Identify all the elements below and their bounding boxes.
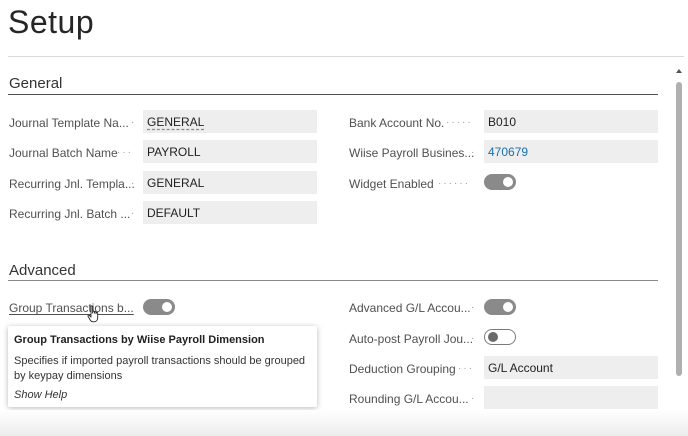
deduction-grouping-field[interactable]: G/L Account: [484, 356, 658, 379]
advanced-gl-account-toggle[interactable]: [484, 299, 516, 315]
group-transactions-toggle[interactable]: [143, 299, 175, 315]
label-dots: ·: [471, 147, 477, 158]
journal-template-name-field[interactable]: GENERAL: [143, 110, 317, 133]
chevron-up-icon[interactable]: [674, 66, 684, 76]
field-label-auto-post-payroll: Auto-post Payroll Jou...: [349, 332, 474, 346]
wiise-payroll-business-field[interactable]: 470679: [484, 140, 658, 163]
label-dots: ·: [131, 208, 137, 219]
field-label-rounding-gl-account: Rounding G/L Accou...: [349, 392, 469, 406]
label-dots: ·····: [446, 117, 473, 128]
field-label-bank-account-no: Bank Account No.: [349, 116, 445, 130]
field-label-journal-template-name: Journal Template Na...: [9, 116, 129, 130]
field-label-journal-batch-name: Journal Batch Name: [9, 146, 118, 160]
field-label-wiise-payroll-business: Wiise Payroll Busines...: [349, 146, 475, 160]
label-dots: ···: [458, 363, 474, 374]
tooltip-title: Group Transactions by Wiise Payroll Dime…: [14, 334, 265, 346]
recurring-jnl-batch-field[interactable]: DEFAULT: [143, 201, 317, 224]
label-dots: ···: [117, 147, 133, 158]
title-divider: [8, 56, 684, 57]
field-label-recurring-jnl-template: Recurring Jnl. Templa...: [9, 177, 135, 191]
scrollbar-thumb[interactable]: [676, 82, 682, 376]
section-divider-general: [8, 94, 658, 95]
widget-enabled-toggle[interactable]: [484, 174, 516, 190]
tooltip-body: Specifies if imported payroll transactio…: [14, 355, 306, 382]
section-divider-advanced: [8, 280, 658, 281]
section-title-advanced[interactable]: Advanced: [9, 262, 76, 279]
label-dots: ·: [471, 393, 477, 404]
label-dots: ·: [471, 302, 477, 313]
label-dots: ·: [131, 178, 137, 189]
journal-batch-name-field[interactable]: PAYROLL: [143, 140, 317, 163]
field-label-widget-enabled: Widget Enabled: [349, 177, 434, 191]
field-label-advanced-gl-account: Advanced G/L Accou...: [349, 301, 471, 315]
label-dots: ·: [131, 117, 137, 128]
field-label-recurring-jnl-batch: Recurring Jnl. Batch ...: [9, 207, 131, 221]
label-dots: ······: [438, 178, 470, 189]
help-tooltip: Group Transactions by Wiise Payroll Dime…: [8, 326, 317, 407]
bottom-fade: [0, 410, 688, 436]
page-title: Setup: [8, 4, 95, 40]
label-dots: ·: [471, 333, 477, 344]
section-title-general[interactable]: General: [9, 75, 62, 92]
bank-account-no-field[interactable]: B010: [484, 110, 658, 133]
field-label-deduction-grouping: Deduction Grouping: [349, 362, 456, 376]
hand-pointer-icon: [87, 305, 99, 323]
recurring-jnl-template-field[interactable]: GENERAL: [143, 171, 317, 194]
rounding-gl-account-field[interactable]: [484, 386, 658, 409]
field-label-group-transactions[interactable]: Group Transactions b...: [9, 301, 134, 315]
auto-post-payroll-toggle[interactable]: [484, 329, 516, 345]
show-help-link[interactable]: Show Help: [14, 389, 311, 401]
